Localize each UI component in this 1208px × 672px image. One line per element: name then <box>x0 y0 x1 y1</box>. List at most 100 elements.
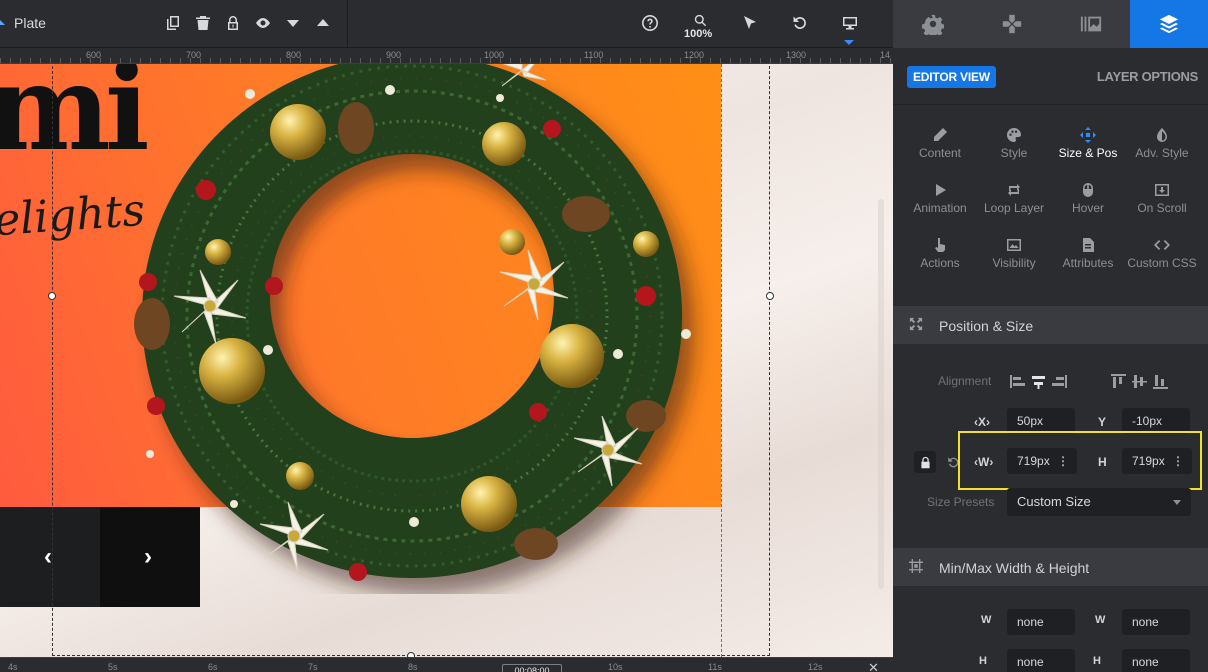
option-label: Hover <box>1071 201 1104 215</box>
option-size-pos[interactable]: Size & Pos <box>1049 124 1127 160</box>
navigation-tab[interactable] <box>972 0 1051 48</box>
timeline-strip[interactable]: 4s 5s 6s 7s 8s 00:08:00 10s 11s 12s ✕ <box>0 657 893 672</box>
prev-arrow-icon[interactable]: ‹ <box>44 543 52 571</box>
help-icon[interactable] <box>639 12 661 34</box>
trash-icon[interactable] <box>192 12 214 34</box>
timeline-label: 7s <box>308 662 318 672</box>
device-indicator <box>844 40 854 45</box>
option-label: Adv. Style <box>1135 146 1189 160</box>
vertical-alignment-group <box>1110 373 1169 391</box>
layer-selection-box[interactable] <box>52 64 770 656</box>
x-field-icon: ‹X› <box>974 415 991 429</box>
option-actions[interactable]: Actions <box>901 234 979 270</box>
max-width-input[interactable]: none <box>1122 609 1190 635</box>
close-icon[interactable]: ✕ <box>868 660 879 672</box>
align-top-icon[interactable] <box>1110 373 1127 390</box>
align-right-icon[interactable] <box>1051 373 1068 390</box>
layer-name[interactable]: Plate <box>14 15 46 31</box>
panel-tabs <box>893 0 1208 48</box>
resize-handle-left[interactable] <box>48 292 56 300</box>
layer-name-area: Plate <box>0 0 348 48</box>
hand-icon <box>901 234 979 256</box>
arrow-up-icon[interactable] <box>312 12 334 34</box>
top-toolbar: Plate 100% <box>0 0 893 48</box>
horizontal-alignment-group <box>1009 373 1068 391</box>
layer-caret-icon[interactable] <box>0 19 5 25</box>
timeline-label: 6s <box>208 662 218 672</box>
layers-icon <box>1159 14 1179 34</box>
option-label: Size & Pos <box>1058 146 1118 160</box>
section-title: Min/Max Width & Height <box>939 560 1090 576</box>
option-label: On Scroll <box>1137 201 1187 215</box>
duplicate-icon[interactable] <box>162 12 184 34</box>
option-on-scroll[interactable]: On Scroll <box>1123 179 1201 215</box>
visibility-icon <box>975 234 1053 256</box>
layers-tab[interactable] <box>1130 0 1208 48</box>
max-width-icon: W <box>1095 614 1106 626</box>
pointer-icon[interactable] <box>739 12 761 34</box>
expand-icon <box>909 317 923 331</box>
option-label: Content <box>918 146 962 160</box>
option-label: Actions <box>920 256 960 270</box>
slides-tab[interactable] <box>1051 0 1130 48</box>
timeline-label: 8s <box>408 662 418 672</box>
arrow-down-icon[interactable] <box>282 12 304 34</box>
settings-tab[interactable] <box>893 0 972 48</box>
code-icon <box>1123 234 1201 256</box>
lock-aspect-button[interactable] <box>914 451 936 473</box>
ruler-ticks <box>0 58 893 63</box>
option-attributes[interactable]: Attributes <box>1049 234 1127 270</box>
align-middle-icon[interactable] <box>1131 373 1148 390</box>
editor-view-button[interactable]: EDITOR VIEW <box>907 66 996 88</box>
slides-icon <box>1080 16 1101 32</box>
option-content[interactable]: Content <box>901 124 979 160</box>
align-bottom-icon[interactable] <box>1152 373 1169 390</box>
align-center-icon[interactable] <box>1030 373 1047 390</box>
gear-icon <box>921 14 944 35</box>
layer-options-title: LAYER OPTIONS <box>1096 69 1198 84</box>
max-height-input[interactable]: none <box>1122 649 1190 672</box>
size-presets-label: Size Presets <box>927 495 995 509</box>
option-label: Attributes <box>1062 256 1114 270</box>
timeline-label: 10s <box>608 662 623 672</box>
minmax-header[interactable]: Min/Max Width & Height <box>893 548 1208 586</box>
option-label: Animation <box>913 201 967 215</box>
desktop-icon[interactable] <box>839 12 861 34</box>
option-label: Loop Layer <box>983 201 1045 215</box>
slide-canvas[interactable]: mi elights ‹ › <box>0 64 893 657</box>
option-visibility[interactable]: Visibility <box>975 234 1053 270</box>
move-icon <box>1049 124 1127 146</box>
zoom-level[interactable]: 100% <box>684 28 712 40</box>
option-animation[interactable]: Animation <box>901 179 979 215</box>
option-loop-layer[interactable]: Loop Layer <box>975 179 1053 215</box>
timeline-current-time[interactable]: 00:08:00 <box>502 664 562 672</box>
loop-icon <box>975 179 1053 201</box>
size-presets-select[interactable]: Custom Size <box>1007 488 1191 516</box>
frame-icon <box>909 559 923 573</box>
option-custom-css[interactable]: Custom CSS <box>1123 234 1201 270</box>
align-left-icon[interactable] <box>1009 373 1026 390</box>
undo-icon[interactable] <box>789 12 811 34</box>
option-adv-style[interactable]: Adv. Style <box>1123 124 1201 160</box>
horizontal-ruler: 600 700 800 900 1000 1100 1200 1300 14 <box>0 48 893 64</box>
pencil-icon <box>901 124 979 146</box>
timeline-label: 4s <box>8 662 18 672</box>
play-icon <box>901 179 979 201</box>
min-width-input[interactable]: none <box>1007 609 1075 635</box>
contrast-icon <box>1123 124 1201 146</box>
divider <box>893 104 1208 105</box>
option-label: Visibility <box>992 256 1036 270</box>
lock-icon[interactable] <box>222 12 244 34</box>
resize-handle-right[interactable] <box>766 292 774 300</box>
canvas-scrollbar[interactable] <box>878 199 884 589</box>
eye-icon[interactable] <box>252 12 274 34</box>
scroll-icon <box>1123 179 1201 201</box>
option-hover[interactable]: Hover <box>1049 179 1127 215</box>
position-size-header[interactable]: Position & Size <box>893 306 1208 344</box>
timeline-label: 11s <box>708 662 722 672</box>
palette-icon <box>975 124 1053 146</box>
min-height-input[interactable]: none <box>1007 649 1075 672</box>
option-label: Style <box>1000 146 1028 160</box>
option-style[interactable]: Style <box>975 124 1053 160</box>
alignment-guide <box>721 64 722 657</box>
